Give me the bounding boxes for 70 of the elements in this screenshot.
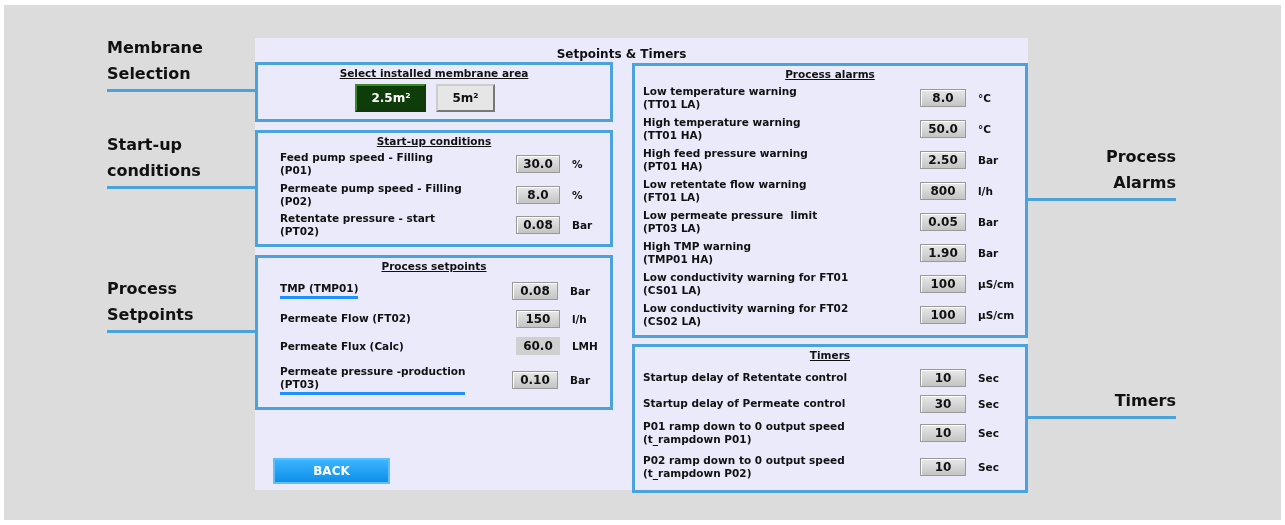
unit-label: LMH — [571, 340, 599, 353]
setting-label: Startup delay of Permeate control — [643, 397, 847, 411]
section-heading: Process alarms — [784, 68, 876, 80]
setting-label: Feed pump speed - Filling (P01) — [280, 151, 435, 178]
unit-label: Sec — [978, 371, 999, 384]
membrane-area-button[interactable]: 2.5m² — [355, 84, 427, 112]
value-field[interactable]: 10 — [920, 424, 966, 443]
section-heading: Process setpoints — [380, 260, 488, 272]
callout-label: Timers — [1113, 389, 1176, 412]
setting-label: Startup delay of Retentate control — [643, 371, 849, 385]
value-field[interactable]: 0.08 — [516, 215, 560, 234]
value-field[interactable]: 2.50 — [920, 151, 966, 169]
value-field[interactable]: 8.0 — [516, 185, 560, 204]
unit-label: Sec — [978, 461, 999, 474]
value-field[interactable]: 100 — [920, 306, 966, 324]
value-field[interactable]: 50.0 — [920, 120, 966, 138]
unit-label: Bar — [571, 218, 594, 231]
setting-label: Permeate Flux (Calc) — [280, 339, 405, 353]
section-heading: Timers — [808, 349, 852, 361]
unit-label: µS/cm — [978, 309, 1015, 321]
value-field[interactable]: 0.10 — [512, 371, 558, 390]
setting-label: Low permeate pressure limit (PT03 LA) — [643, 209, 819, 235]
setting-label: Low conductivity warning for FT01 (CS01 LA) — [643, 271, 850, 297]
unit-label: Bar — [570, 374, 592, 387]
setting-label: High feed pressure warning (PT01 HA) — [643, 147, 809, 173]
value-field[interactable]: 1.90 — [920, 244, 966, 262]
section-heading: Select installed membrane area — [338, 67, 530, 79]
unit-label: l/h — [978, 185, 993, 197]
callout-label: Membrane Selection — [107, 37, 204, 85]
value-field[interactable]: 30.0 — [516, 155, 560, 174]
screen-title: Setpoints & Timers — [555, 46, 688, 62]
value-field[interactable]: 0.08 — [512, 281, 558, 300]
setting-label: Permeate pressure -production (PT03) — [280, 365, 466, 396]
unit-label: Sec — [978, 427, 999, 440]
setting-label: Low retentate flow warning (FT01 LA) — [643, 178, 808, 204]
value-field[interactable]: 0.05 — [920, 213, 966, 231]
value-field[interactable]: 8.0 — [920, 89, 966, 107]
setting-label: High TMP warning (TMP01 HA) — [643, 240, 753, 266]
callout-label: Start-up conditions — [107, 133, 202, 182]
value-field[interactable]: 150 — [516, 309, 560, 328]
unit-label: % — [571, 188, 584, 201]
setting-label: Permeate Flow (FT02) — [280, 312, 412, 326]
unit-label: Bar — [978, 154, 999, 166]
value-display: 60.0 — [516, 337, 560, 356]
setting-label: Retentate pressure - start (PT02) — [280, 211, 437, 238]
section-heading: Start-up conditions — [375, 135, 493, 147]
unit-label: °C — [978, 92, 991, 104]
setting-label: P01 ramp down to 0 output speed (t_rampdown P01) — [643, 420, 846, 447]
unit-label: µS/cm — [978, 278, 1015, 290]
setting-label: High temperature warning (TT01 HA) — [643, 116, 802, 142]
setting-label: Low temperature warning (TT01 LA) — [643, 85, 798, 111]
unit-label: Bar — [570, 284, 592, 297]
value-field[interactable]: 10 — [920, 458, 966, 477]
unit-label: Sec — [978, 397, 999, 410]
membrane-area-button[interactable]: 5m² — [436, 84, 495, 112]
value-field[interactable]: 10 — [920, 368, 966, 387]
setting-label: Low conductivity warning for FT02 (CS02 LA) — [643, 302, 850, 328]
callout-label: Process Alarms — [1105, 145, 1176, 194]
value-field[interactable]: 800 — [920, 182, 966, 200]
callout-label: Process Setpoints — [107, 277, 195, 326]
unit-label: Bar — [978, 247, 999, 259]
unit-label: °C — [978, 123, 991, 135]
unit-label: % — [571, 158, 584, 171]
value-field[interactable]: 30 — [920, 394, 966, 413]
unit-label: l/h — [571, 312, 588, 325]
setting-label: TMP (TMP01) — [280, 282, 359, 300]
setting-label: P02 ramp down to 0 output speed (t_rampdown P02) — [643, 454, 846, 481]
setting-label: Permeate pump speed - Filling (P02) — [280, 181, 463, 208]
unit-label: Bar — [978, 216, 999, 228]
value-field[interactable]: 100 — [920, 275, 966, 293]
